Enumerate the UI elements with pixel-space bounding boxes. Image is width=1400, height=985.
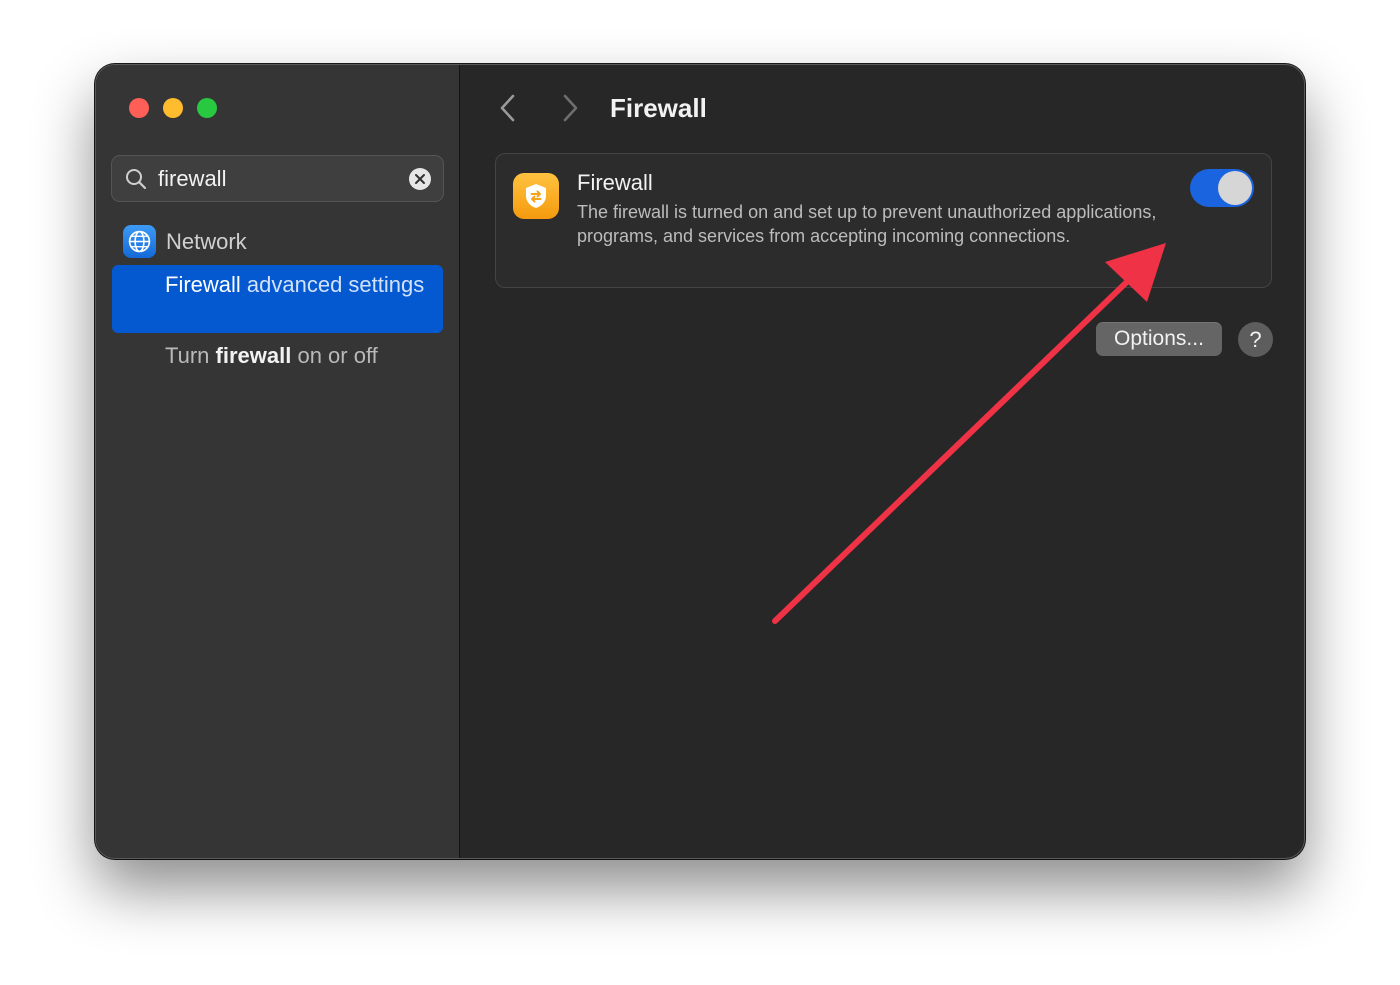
clear-search-icon[interactable]: [409, 167, 431, 190]
firewall-shield-icon: [513, 173, 559, 219]
sidebar-item-firewall-advanced-settings[interactable]: Firewall advanced settings: [112, 265, 443, 333]
options-button[interactable]: Options...: [1096, 322, 1222, 356]
sidebar-item-turn-firewall[interactable]: Turn firewall on or off: [165, 343, 378, 369]
search-input[interactable]: firewall: [158, 166, 409, 192]
chevron-right-icon[interactable]: [558, 91, 582, 125]
sidebar-item-highlight: firewall: [215, 343, 292, 368]
globe-icon: [123, 225, 156, 258]
close-window-button[interactable]: [129, 98, 149, 118]
sidebar: firewall Network Firewall advanced setti…: [96, 65, 460, 858]
sidebar-item-prefix: Turn: [165, 343, 216, 368]
search-icon: [126, 168, 147, 189]
settings-window: firewall Network Firewall advanced setti…: [95, 64, 1305, 859]
help-button[interactable]: ?: [1238, 322, 1273, 357]
sidebar-section-label: Network: [166, 228, 247, 254]
traffic-lights: [129, 98, 217, 118]
firewall-toggle[interactable]: [1190, 169, 1254, 207]
firewall-card-title: Firewall: [577, 170, 653, 195]
search-field[interactable]: firewall: [111, 155, 444, 202]
sidebar-item-suffix: on or off: [291, 343, 378, 368]
navigation-buttons: [496, 91, 582, 125]
zoom-window-button[interactable]: [197, 98, 217, 118]
firewall-card-description: The firewall is turned on and set up to …: [577, 202, 1157, 246]
page-title: Firewall: [610, 93, 707, 123]
sidebar-item-highlight: Firewall: [165, 272, 241, 297]
minimize-window-button[interactable]: [163, 98, 183, 118]
chevron-left-icon[interactable]: [496, 91, 520, 125]
sidebar-section-network[interactable]: Network: [123, 225, 247, 258]
sidebar-item-label: advanced settings: [240, 272, 425, 297]
toggle-knob: [1218, 171, 1252, 205]
firewall-card: Firewall The firewall is turned on and s…: [495, 153, 1272, 288]
